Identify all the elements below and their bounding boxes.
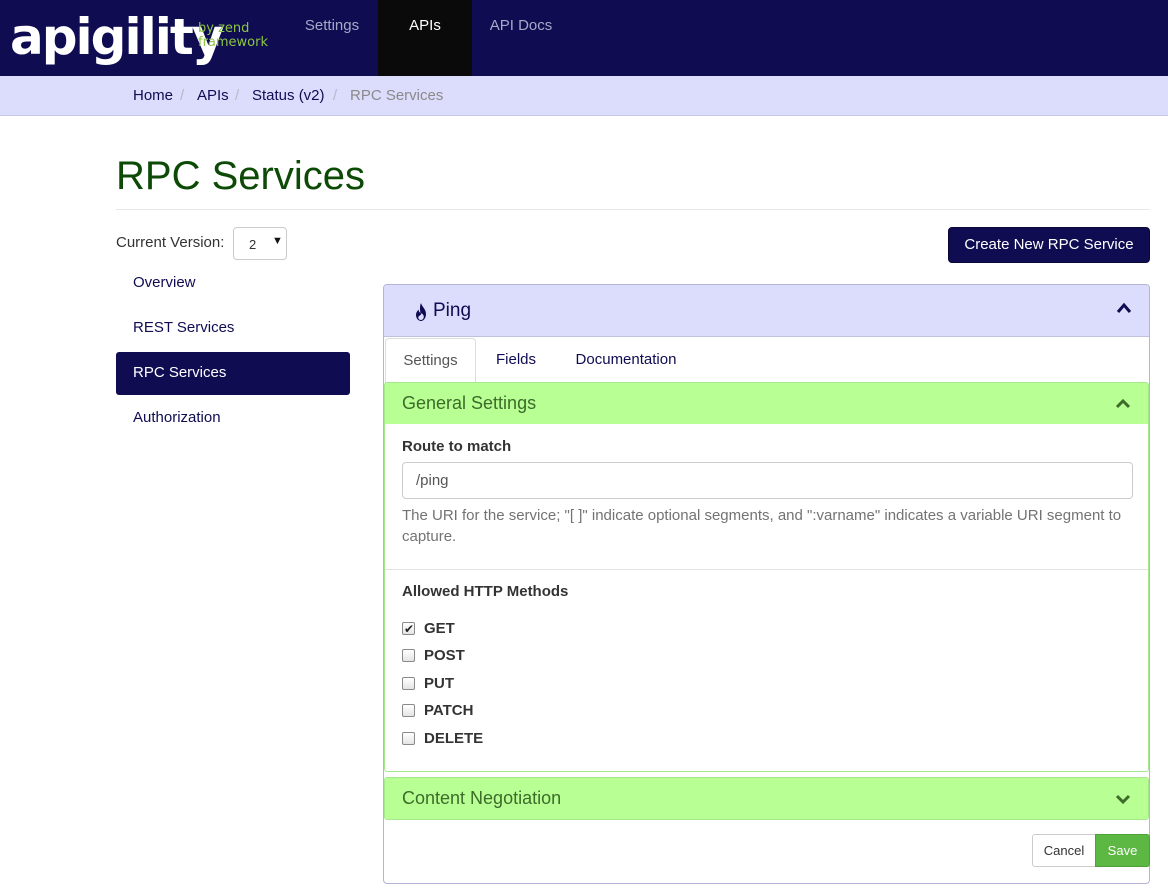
tab-settings[interactable]: Settings [385,338,476,383]
service-panel: Ping Settings Fields Documentation Gener… [383,284,1150,884]
checkbox-box[interactable] [402,704,415,717]
checkbox-box[interactable] [402,732,415,745]
content-negotiation-panel: Content Negotiation [384,777,1149,820]
sidebar-item-authorization[interactable]: Authorization [116,397,350,440]
cancel-button[interactable]: Cancel [1032,834,1096,867]
tab-fields[interactable]: Fields [480,338,552,383]
breadcrumb-separator: / [180,87,185,104]
flame-icon [416,303,426,321]
breadcrumb-current: RPC Services [350,87,444,104]
version-label: Current Version: [116,234,225,251]
section-divider [385,569,1148,570]
breadcrumb: Home / APIs / Status (v2) / RPC Services [0,76,1168,116]
method-label: GET [424,620,455,637]
general-settings-title: General Settings [402,393,537,413]
chevron-down-icon[interactable] [1115,792,1131,805]
route-help-text: The URI for the service; "[ ]" indicate … [402,507,1122,545]
tab-documentation[interactable]: Documentation [558,338,694,383]
general-settings-panel: General Settings Route to match The URI … [384,382,1149,772]
checkbox-box[interactable] [402,677,415,690]
sidebar-item-rpc-services[interactable]: RPC Services [116,352,350,395]
service-panel-header[interactable]: Ping [384,285,1149,337]
chevron-up-icon[interactable] [1115,397,1131,410]
checkmark-icon: ✔ [404,622,415,636]
sidebar-item-rest-services[interactable]: REST Services [116,307,350,350]
logo-wordmark: apigility [10,8,224,66]
content-negotiation-header[interactable]: Content Negotiation [385,778,1148,819]
route-input[interactable] [402,462,1133,499]
save-button[interactable]: Save [1095,834,1150,867]
breadcrumb-home[interactable]: Home [133,87,173,104]
nav-apis[interactable]: APIs [378,0,472,76]
create-rpc-service-button[interactable]: Create New RPC Service [948,227,1150,263]
method-label: PATCH [424,702,474,719]
sidebar-item-overview[interactable]: Overview [116,262,350,305]
checkbox-box[interactable] [402,649,415,662]
caret-down-icon: ▼ [272,235,283,247]
general-settings-header[interactable]: General Settings [385,383,1148,424]
breadcrumb-separator: / [333,87,338,104]
method-label: PUT [424,675,454,692]
route-label: Route to match [402,438,512,455]
content-negotiation-title: Content Negotiation [402,788,562,808]
method-label: POST [424,647,465,664]
nav-settings[interactable]: Settings [288,0,376,76]
methods-label: Allowed HTTP Methods [402,583,569,600]
breadcrumb-apis[interactable]: APIs [197,87,229,104]
version-value: 2 [249,237,257,252]
service-name: Ping [433,300,472,321]
chevron-up-icon[interactable] [1116,301,1132,315]
breadcrumb-separator: / [235,87,240,104]
top-navbar: apigility by zend framework Settings API… [0,0,1168,76]
breadcrumb-api-status[interactable]: Status (v2) [252,87,325,104]
title-divider [116,209,1150,210]
logo-tagline: by zend framework [198,21,269,50]
method-label: DELETE [424,730,484,747]
page-title: RPC Services [116,154,365,198]
version-select[interactable]: 2 ▼ [233,227,287,260]
checkbox-box[interactable]: ✔ [402,622,415,636]
nav-api-docs[interactable]: API Docs [474,0,568,76]
